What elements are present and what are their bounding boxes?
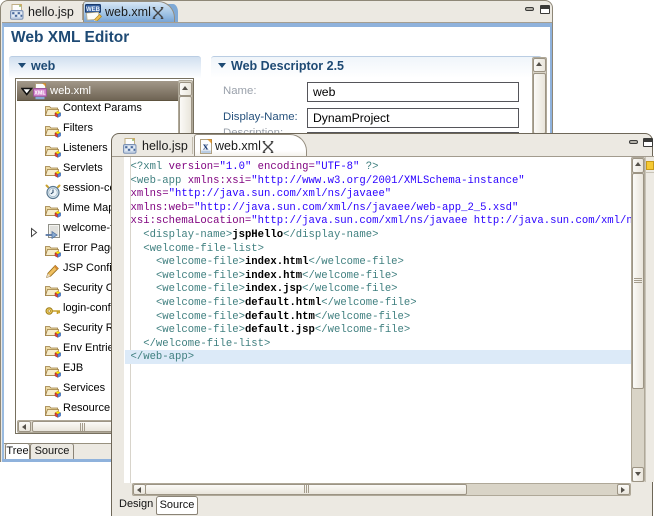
svg-text:XML: XML: [34, 90, 46, 96]
svg-text:x: x: [203, 141, 209, 153]
